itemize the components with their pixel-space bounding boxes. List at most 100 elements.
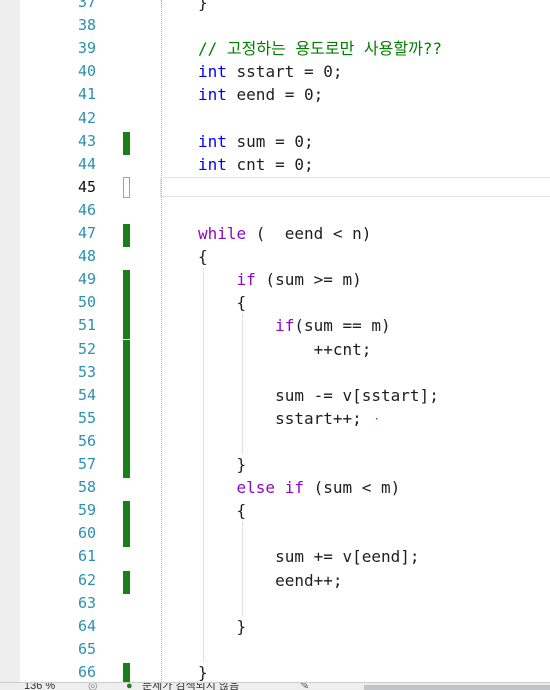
saved-change-marker [123,501,130,525]
line-number: 47 [77,224,96,242]
indent-guide [242,522,243,615]
line-number: 66 [77,662,96,681]
line-number: 48 [77,247,96,266]
code-token: (sum < m) [303,478,401,498]
code-text: { [198,291,247,314]
code-line[interactable]: 37} [0,0,550,14]
line-number: 37 [77,0,96,11]
code-line[interactable]: 41 int eend = 0; [0,83,550,106]
code-token: ( eend < n) [246,224,372,243]
saved-change-marker [123,570,130,594]
code-token: ++cnt; [198,339,372,359]
line-number: 57 [77,455,96,473]
code-text: eend++; [198,569,343,592]
code-token: sum += v[eend]; [198,547,420,567]
code-line[interactable]: 59 { [0,499,550,525]
code-token: int [198,131,227,151]
code-token: int [198,62,227,82]
code-line[interactable]: 54 sum -= v[sstart]; [0,384,550,409]
code-line[interactable]: 63 [0,592,550,615]
code-line[interactable]: 46 [0,199,550,222]
code-line[interactable]: 62 eend++; [0,569,550,594]
code-line[interactable]: 47 while ( eend < n) [0,222,550,247]
code-token: } [198,616,247,636]
code-line[interactable]: 45 [0,176,550,199]
code-line[interactable]: 48 { [0,245,550,268]
code-line[interactable]: 66} [0,661,550,686]
line-number: 61 [77,547,96,566]
code-line[interactable]: 40 int sstart = 0; [0,60,550,83]
code-token: int [198,85,227,105]
code-token: sstart = 0; [226,62,343,82]
indent-guide [203,268,204,661]
saved-change-marker [123,293,130,317]
horizontal-scrollbar[interactable] [364,685,550,690]
saved-change-marker [123,339,130,363]
code-line[interactable]: 61 sum += v[eend]; [0,545,550,568]
code-text: } [198,453,247,476]
code-line[interactable]: 56 [0,430,550,455]
saved-change-marker [123,131,130,155]
code-text: int sum = 0; [198,130,314,153]
code-line[interactable]: 51 if(sum == m) [0,314,550,340]
code-token: { [198,501,247,521]
code-line[interactable]: 52 ++cnt; [0,338,550,363]
saved-change-marker [123,224,130,247]
saved-change-marker [123,362,130,386]
line-number: 65 [77,639,96,658]
code-line[interactable]: 60 [0,522,550,548]
code-line[interactable]: 53 [0,361,550,386]
code-token: if [236,270,256,290]
code-line[interactable]: 43 int sum = 0; [0,130,550,155]
unsaved-change-marker [123,176,130,198]
saved-change-marker [123,431,130,455]
code-text: sstart++; · [198,407,380,431]
code-token: } [198,662,208,682]
code-line[interactable]: 42 [0,107,550,130]
line-number: 43 [77,131,96,150]
code-token: eend++; [198,570,343,590]
code-text: if(sum == m) [198,314,391,337]
line-number: 54 [77,385,96,404]
code-text: } [198,661,208,684]
line-number: 52 [77,339,96,358]
code-text: int sstart = 0; [198,60,343,83]
code-line[interactable]: 49 if (sum >= m) [0,268,550,294]
saved-change-marker [123,455,130,478]
line-number: 49 [77,270,96,289]
code-editor[interactable]: 37} 38 39 // 고정하는 용도로만 사용할까?? 40 int sstart =… [0,0,550,686]
code-text: sum -= v[sstart]; [198,384,439,407]
code-text: if (sum >= m) [198,268,362,291]
line-number: 51 [77,316,96,335]
code-text: { [198,245,208,268]
code-text: } [198,0,208,14]
code-line[interactable]: 57 } [0,453,550,478]
code-text: while ( eend < n) [198,222,371,245]
line-number: 58 [77,478,96,497]
code-line[interactable]: 39 // 고정하는 용도로만 사용할까?? [0,37,550,60]
line-number: 55 [77,408,96,427]
code-token: sstart++; [198,408,362,428]
code-line[interactable]: 65 [0,638,550,661]
code-text: ++cnt; [198,338,372,361]
saved-change-marker [123,385,130,409]
line-number: 64 [77,616,96,635]
line-number: 42 [77,108,96,127]
code-line[interactable]: 58 else if (sum < m) [0,476,550,499]
code-token: // 고정하는 용도로만 사용할까?? [198,39,443,59]
code-text: { [198,499,247,522]
code-line[interactable]: 55 sstart++; · [0,407,550,432]
line-number: 39 [77,39,96,58]
code-token: eend = 0; [226,85,324,105]
line-number: 38 [77,16,96,35]
indent-guide [242,314,243,453]
code-line[interactable]: 50 { [0,291,550,317]
code-token: (sum == m) [294,316,391,336]
code-line[interactable]: 38 [0,14,550,37]
code-line[interactable]: 44 int cnt = 0; [0,153,550,176]
code-line[interactable]: 64 } [0,615,550,638]
code-token: cnt = 0; [226,154,314,174]
line-number: 59 [77,501,96,520]
line-number: 45 [77,177,96,196]
